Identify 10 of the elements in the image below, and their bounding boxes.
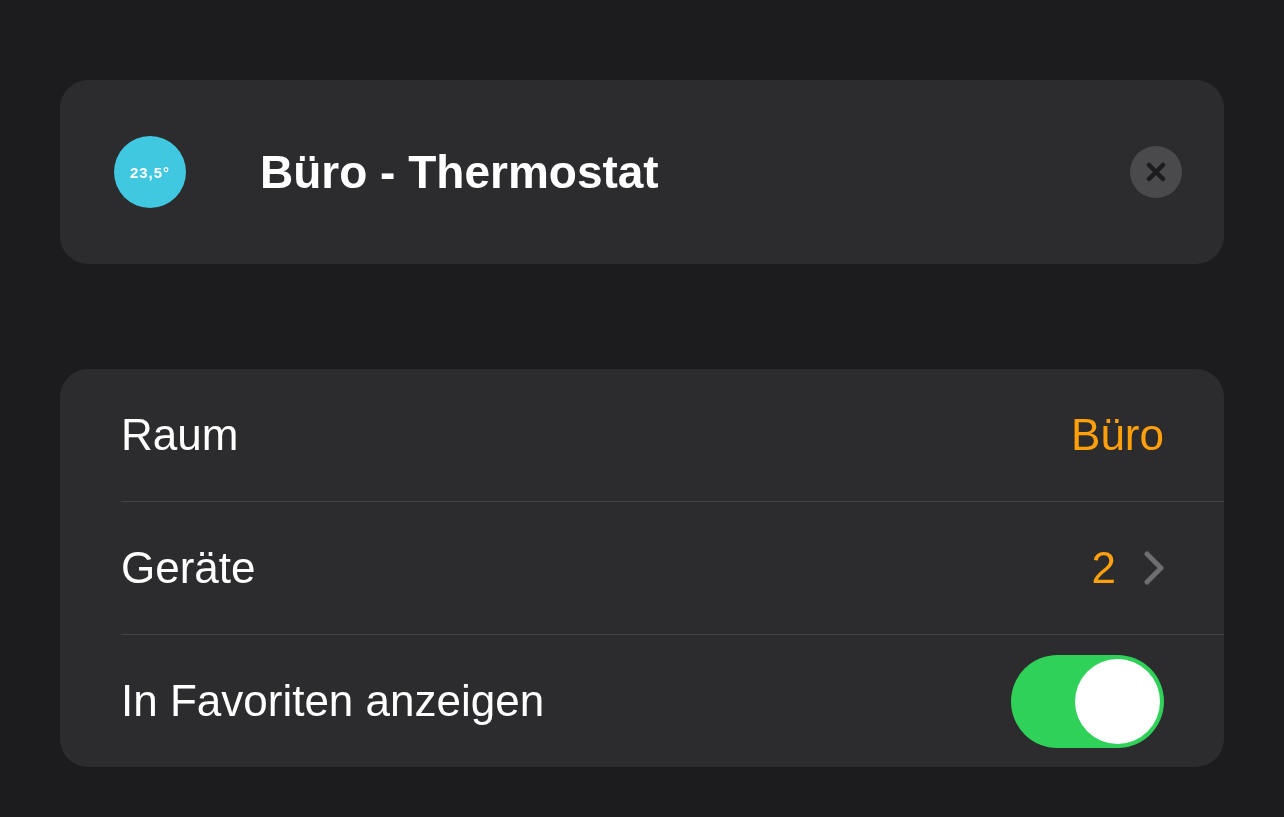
temperature-badge: 23,5° xyxy=(114,136,186,208)
device-title: Büro - Thermostat xyxy=(260,145,660,199)
row-label: Geräte xyxy=(121,543,257,593)
close-icon xyxy=(1145,161,1167,183)
row-label: Raum xyxy=(121,410,240,460)
device-count[interactable]: 2 xyxy=(1091,543,1116,593)
close-button[interactable] xyxy=(1130,146,1182,198)
room-value[interactable]: Büro xyxy=(1071,410,1164,460)
chevron-icon[interactable] xyxy=(1144,551,1164,585)
row-label: In Favoriten anzeigen xyxy=(121,676,546,726)
